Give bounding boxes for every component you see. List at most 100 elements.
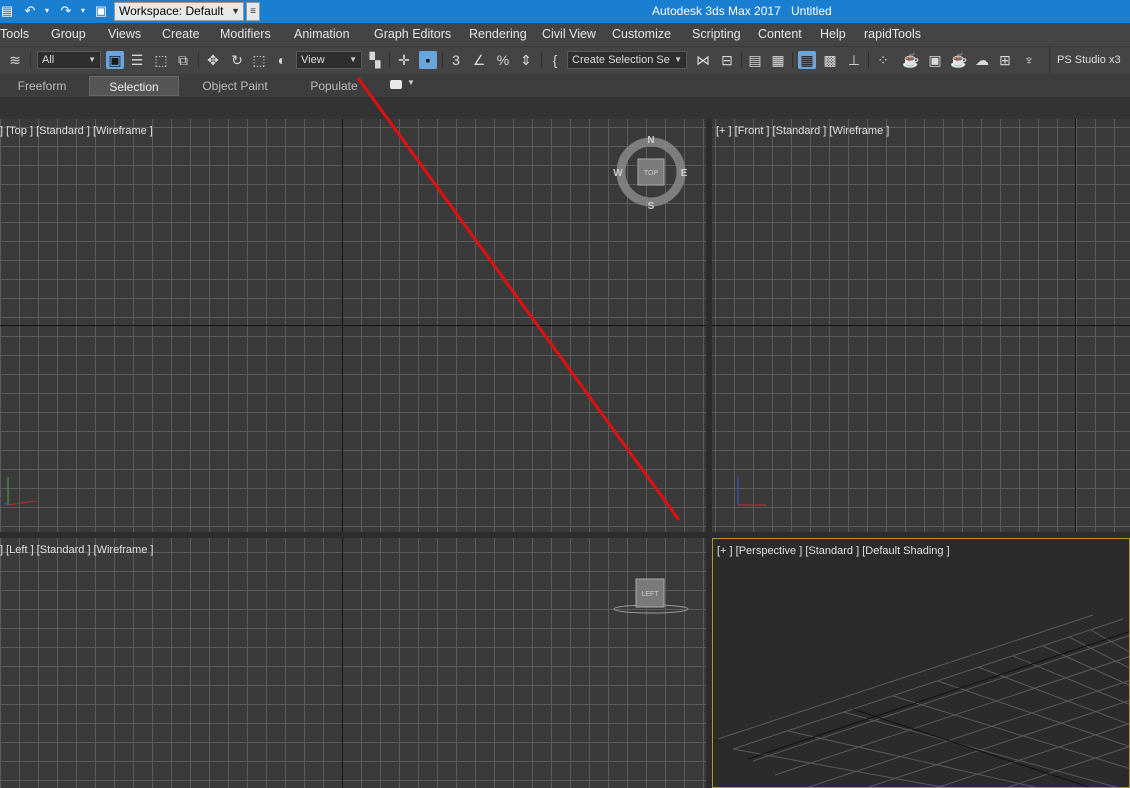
menu-help[interactable]: Help: [820, 27, 846, 41]
menu-civil-view[interactable]: Civil View: [542, 27, 596, 41]
ribbon-options-icon[interactable]: [390, 80, 402, 89]
menu-tools[interactable]: Tools: [0, 27, 29, 41]
menu-content[interactable]: Content: [758, 27, 802, 41]
toolbar-separator: [198, 52, 199, 68]
perspective-grid: [717, 614, 1129, 787]
viewport-divider-vertical[interactable]: [706, 119, 712, 788]
align-icon[interactable]: ⊟: [718, 51, 736, 69]
tab-populate[interactable]: Populate: [296, 76, 372, 96]
viewport-divider-horizontal[interactable]: [0, 532, 1130, 538]
workspace-combo-value: Workspace: Default: [119, 4, 224, 18]
workspace-menu-button[interactable]: ≡: [246, 2, 260, 21]
grid-axis-vertical: [342, 119, 343, 532]
menu-group[interactable]: Group: [51, 27, 86, 41]
workspace-combo[interactable]: Workspace: Default ▼: [114, 2, 244, 21]
compass-west: W: [613, 168, 623, 179]
pivot-center-icon[interactable]: ▚: [366, 51, 384, 69]
named-selection-set-combo[interactable]: Create Selection Se ▼: [567, 51, 687, 69]
document-title: Untitled: [791, 4, 832, 18]
menu-graph-editors[interactable]: Graph Editors: [374, 27, 451, 41]
chevron-down-icon: ▼: [231, 6, 240, 16]
snaps-toggle-icon[interactable]: 3: [447, 51, 465, 69]
app-menu-icon[interactable]: ▤: [0, 3, 14, 19]
tab-selection[interactable]: Selection: [89, 76, 179, 96]
spinner-snap-icon[interactable]: ⇕: [517, 51, 535, 69]
keyboard-shortcut-override-icon[interactable]: ▪: [419, 51, 437, 69]
scale-icon[interactable]: ⬚: [250, 51, 268, 69]
toolbar-separator: [30, 52, 31, 68]
rotate-icon[interactable]: ↻: [228, 51, 246, 69]
toggle-ribbon-icon[interactable]: ▦: [798, 51, 816, 69]
mirror-icon[interactable]: ⋈: [694, 51, 712, 69]
toolbar-separator: [541, 52, 542, 68]
window-crossing-icon[interactable]: ⧉: [174, 51, 192, 69]
viewport-left-label[interactable]: ] [Left ] [Standard ] [Wireframe ]: [0, 544, 153, 556]
viewport-top[interactable]: ] [Top ] [Standard ] [Wireframe ] TOP N …: [0, 119, 706, 532]
menu-views[interactable]: Views: [108, 27, 141, 41]
viewport-left[interactable]: ] [Left ] [Standard ] [Wireframe ] LEFT: [0, 538, 706, 788]
viewcube-top-face: TOP: [644, 170, 659, 177]
menu-rapidtools[interactable]: rapidTools: [864, 27, 921, 41]
tab-freeform[interactable]: Freeform: [0, 76, 84, 96]
tab-object-paint[interactable]: Object Paint: [188, 76, 282, 96]
named-selection-set-value: Create Selection Se: [572, 54, 670, 66]
angle-snap-icon[interactable]: ∠: [470, 51, 488, 69]
toolbar-separator: [442, 52, 443, 68]
viewport-front-label[interactable]: [+ ] [Front ] [Standard ] [Wireframe ]: [716, 125, 889, 137]
schematic-view-icon[interactable]: ⊥: [845, 51, 863, 69]
menu-bar: Tools Group Views Create Modifiers Anima…: [0, 23, 1130, 46]
toolbar-separator: [792, 52, 793, 68]
material-editor-icon[interactable]: ⁘: [874, 51, 892, 69]
menu-scripting[interactable]: Scripting: [692, 27, 741, 41]
bind-space-warp-icon[interactable]: ≋: [6, 51, 24, 69]
grid-axis-horizontal: [712, 325, 1130, 326]
render-iterative-icon[interactable]: ⊞: [996, 51, 1014, 69]
grid-axis-horizontal: [0, 325, 706, 326]
redo-icon[interactable]: ↷: [56, 3, 76, 19]
render-setup-icon[interactable]: ☕: [902, 51, 920, 69]
compass-east: E: [681, 168, 688, 179]
menu-animation[interactable]: Animation: [294, 27, 350, 41]
grid-axis-vertical: [1075, 119, 1076, 532]
undo-icon[interactable]: ↶: [20, 3, 40, 19]
scene-explorer-icon[interactable]: ▤: [746, 51, 764, 69]
curve-editor-icon[interactable]: ▩: [821, 51, 839, 69]
layer-explorer-icon[interactable]: ▦: [769, 51, 787, 69]
viewport-perspective[interactable]: [+ ] [Perspective ] [Standard ] [Default…: [712, 538, 1130, 788]
ps-studio-toolbar[interactable]: PS Studio x3: [1049, 47, 1130, 73]
toolbar-separator: [389, 52, 390, 68]
select-by-name-icon[interactable]: ☰: [128, 51, 146, 69]
chevron-down-icon[interactable]: ▼: [407, 78, 415, 87]
chevron-down-icon: ▼: [674, 55, 682, 64]
main-toolbar: ≋ All ▼ ▣ ☰ ⬚ ⧉ ✥ ↻ ⬚ ◐ View ▼ ▚ ✛ ▪ 3 ∠…: [0, 46, 1130, 75]
viewport-front[interactable]: [+ ] [Front ] [Standard ] [Wireframe ]: [712, 119, 1130, 532]
app-title: Autodesk 3ds Max 2017: [652, 4, 781, 18]
percent-snap-icon[interactable]: %: [494, 51, 512, 69]
axis-tripod-icon: [3, 477, 37, 506]
edit-named-selection-icon[interactable]: {: [546, 51, 564, 69]
select-object-icon[interactable]: ▣: [106, 51, 124, 69]
menu-modifiers[interactable]: Modifiers: [220, 27, 271, 41]
render-production-icon[interactable]: ☕: [950, 51, 968, 69]
ribbon-panel-strip: [0, 97, 1130, 119]
undo-dropdown-icon[interactable]: ▾: [42, 3, 52, 19]
viewcube-compass[interactable]: TOP N S W E: [608, 131, 694, 213]
light-icon[interactable]: ♆: [1020, 51, 1038, 69]
toolbar-separator: [741, 52, 742, 68]
rendered-frame-window-icon[interactable]: ▣: [926, 51, 944, 69]
menu-rendering[interactable]: Rendering: [469, 27, 527, 41]
menu-create[interactable]: Create: [162, 27, 200, 41]
reference-coordinate-combo[interactable]: View ▼: [296, 51, 362, 69]
project-folder-icon[interactable]: ▣: [92, 3, 110, 19]
viewcube-left[interactable]: LEFT: [612, 576, 690, 618]
viewport-top-label[interactable]: ] [Top ] [Standard ] [Wireframe ]: [0, 125, 153, 137]
render-in-cloud-icon[interactable]: ☁: [973, 51, 991, 69]
menu-customize[interactable]: Customize: [612, 27, 671, 41]
move-icon[interactable]: ✥: [204, 51, 222, 69]
redo-dropdown-icon[interactable]: ▾: [78, 3, 88, 19]
select-manipulate-icon[interactable]: ✛: [395, 51, 413, 69]
rectangular-selection-icon[interactable]: ⬚: [152, 51, 170, 69]
placement-icon[interactable]: ◐: [273, 51, 291, 69]
title-bar: ▤ ↶ ▾ ↷ ▾ ▣ Workspace: Default ▼ ≡ Autod…: [0, 0, 1130, 23]
selection-filter-combo[interactable]: All ▼: [37, 51, 101, 69]
